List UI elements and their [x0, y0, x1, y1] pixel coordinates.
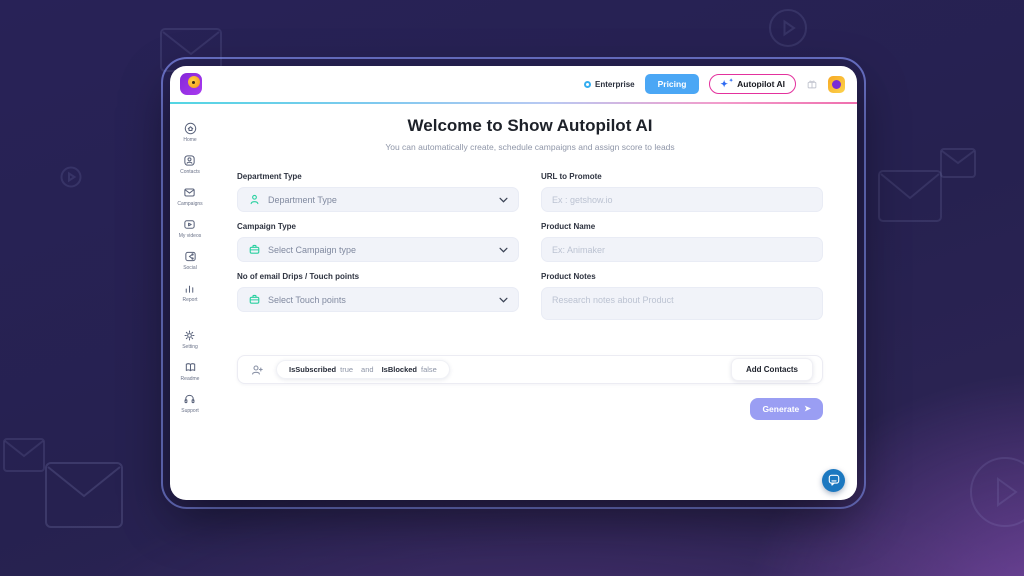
play-circle-decoration — [60, 166, 82, 188]
pricing-button[interactable]: Pricing — [645, 74, 700, 94]
person-icon — [248, 193, 261, 206]
logo-dot-icon — [192, 81, 195, 84]
contacts-filter-card: IsSubscribed true and IsBlocked false Ad… — [237, 355, 823, 384]
contacts-filter-pill[interactable]: IsSubscribed true and IsBlocked false — [276, 360, 450, 379]
report-icon — [183, 282, 196, 295]
show-logo[interactable] — [180, 73, 202, 95]
sidebar-item-label: Report — [182, 297, 197, 303]
support-icon — [183, 393, 196, 406]
my-videos-icon — [183, 218, 196, 231]
url-to-promote-label: URL to Promote — [541, 172, 823, 181]
sidebar-item-social[interactable]: Social — [183, 250, 197, 271]
product-name-label: Product Name — [541, 222, 823, 231]
page-subtitle: You can automatically create, schedule c… — [237, 142, 823, 152]
touch-points-value: Select Touch points — [268, 295, 492, 305]
sidebar: Home Contacts Campaigns My videos Social… — [170, 104, 210, 500]
envelope-decoration — [45, 462, 123, 528]
filter-key: IsSubscribed — [289, 365, 336, 374]
sidebar-item-label: Support — [181, 408, 199, 414]
sidebar-item-readme[interactable]: Readme — [181, 361, 200, 382]
sidebar-item-support[interactable]: Support — [181, 393, 199, 414]
gift-icon[interactable] — [806, 78, 818, 90]
sidebar-item-label: Social — [183, 265, 197, 271]
play-circle-decoration — [968, 455, 1024, 529]
autopilot-form: Department Type Department Type Campaign… — [237, 172, 823, 330]
chat-bubble-icon — [828, 474, 840, 487]
envelope-decoration — [940, 148, 976, 178]
envelope-decoration — [878, 170, 942, 222]
add-contacts-button[interactable]: Add Contacts — [731, 358, 813, 381]
sidebar-item-label: Campaigns — [177, 201, 202, 207]
contacts-icon — [183, 154, 196, 167]
url-to-promote-input[interactable] — [541, 187, 823, 212]
envelope-decoration — [3, 438, 45, 472]
enterprise-badge[interactable]: Enterprise — [584, 80, 635, 89]
page-title: Welcome to Show Autopilot AI — [237, 116, 823, 136]
social-icon — [184, 250, 197, 263]
chevron-down-icon — [499, 197, 508, 203]
readme-icon — [184, 361, 197, 374]
home-icon — [184, 122, 197, 135]
touch-points-select[interactable]: Select Touch points — [237, 287, 519, 312]
enterprise-dot-icon — [584, 81, 591, 88]
filter-conjunction: and — [361, 365, 374, 374]
chat-button[interactable] — [822, 469, 845, 492]
sidebar-item-label: Contacts — [180, 169, 200, 175]
sidebar-item-campaigns[interactable]: Campaigns — [177, 186, 202, 207]
generate-label: Generate — [762, 404, 799, 414]
sparkle-small-icon: ✦ — [729, 79, 733, 84]
sidebar-item-home[interactable]: Home — [183, 122, 196, 143]
department-type-value: Department Type — [268, 195, 492, 205]
campaign-type-value: Select Campaign type — [268, 245, 492, 255]
filter-value: true — [340, 365, 353, 374]
window-header: Enterprise Pricing ✦ ✦ Autopilot AI — [170, 66, 857, 102]
enterprise-label: Enterprise — [595, 80, 635, 89]
play-circle-decoration — [768, 8, 808, 48]
briefcase-icon — [248, 293, 261, 306]
filter-value: false — [421, 365, 437, 374]
department-type-label: Department Type — [237, 172, 519, 181]
sparkle-icon: ✦ — [720, 80, 728, 89]
product-name-input[interactable] — [541, 237, 823, 262]
sidebar-item-label: Setting — [182, 344, 198, 350]
filter-key: IsBlocked — [382, 365, 417, 374]
autopilot-ai-label: Autopilot AI — [737, 79, 785, 89]
person-plus-icon — [250, 363, 264, 377]
generate-button[interactable]: Generate ➤ — [750, 398, 823, 420]
campaign-type-label: Campaign Type — [237, 222, 519, 231]
campaign-type-select[interactable]: Select Campaign type — [237, 237, 519, 262]
sidebar-item-my-videos[interactable]: My videos — [179, 218, 202, 239]
product-notes-label: Product Notes — [541, 272, 823, 281]
settings-icon — [183, 329, 196, 342]
sidebar-item-contacts[interactable]: Contacts — [180, 154, 200, 175]
sidebar-item-report[interactable]: Report — [182, 282, 197, 303]
arrow-right-icon: ➤ — [804, 405, 811, 413]
autopilot-ai-button[interactable]: ✦ ✦ Autopilot AI — [709, 74, 796, 94]
app-window: Enterprise Pricing ✦ ✦ Autopilot AI Home… — [170, 66, 857, 500]
briefcase-icon — [248, 243, 261, 256]
campaigns-icon — [183, 186, 196, 199]
department-type-select[interactable]: Department Type — [237, 187, 519, 212]
sidebar-item-setting[interactable]: Setting — [182, 329, 198, 350]
user-avatar[interactable] — [828, 76, 845, 93]
touch-points-label: No of email Drips / Touch points — [237, 272, 519, 281]
chevron-down-icon — [499, 247, 508, 253]
sidebar-item-label: Readme — [181, 376, 200, 382]
chevron-down-icon — [499, 297, 508, 303]
sidebar-item-label: My videos — [179, 233, 202, 239]
sidebar-item-label: Home — [183, 137, 196, 143]
product-notes-textarea[interactable] — [541, 287, 823, 320]
main-content: Welcome to Show Autopilot AI You can aut… — [210, 104, 857, 500]
